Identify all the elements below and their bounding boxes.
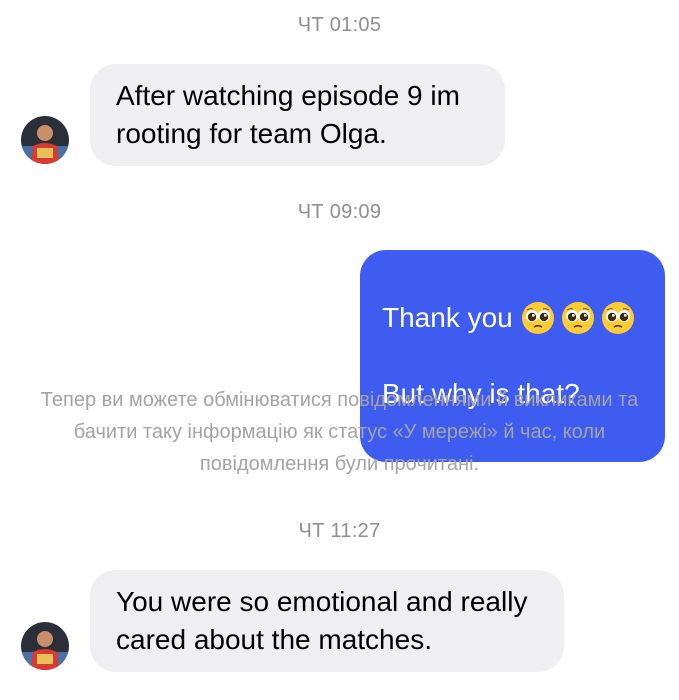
profile-photo-icon bbox=[21, 116, 69, 164]
pleading-face-icon bbox=[601, 302, 634, 334]
avatar[interactable] bbox=[21, 622, 69, 670]
pleading-face-icon bbox=[561, 302, 594, 334]
timestamp: ЧТ 11:27 bbox=[298, 520, 381, 542]
message-line: Thank you bbox=[382, 302, 513, 333]
profile-photo-icon bbox=[21, 622, 69, 670]
system-notice: Тепер ви можете обмінюватися повідомленн… bbox=[40, 389, 639, 475]
message-bubble-incoming[interactable]: After watching episode 9 im rooting for … bbox=[90, 64, 505, 166]
message-bubble-incoming[interactable]: You were so emotional and really cared a… bbox=[90, 570, 564, 672]
pleading-face-icon bbox=[521, 302, 554, 334]
timestamp: ЧТ 09:09 bbox=[297, 201, 382, 223]
timestamp: ЧТ 01:05 bbox=[297, 14, 382, 36]
avatar[interactable] bbox=[21, 116, 69, 164]
